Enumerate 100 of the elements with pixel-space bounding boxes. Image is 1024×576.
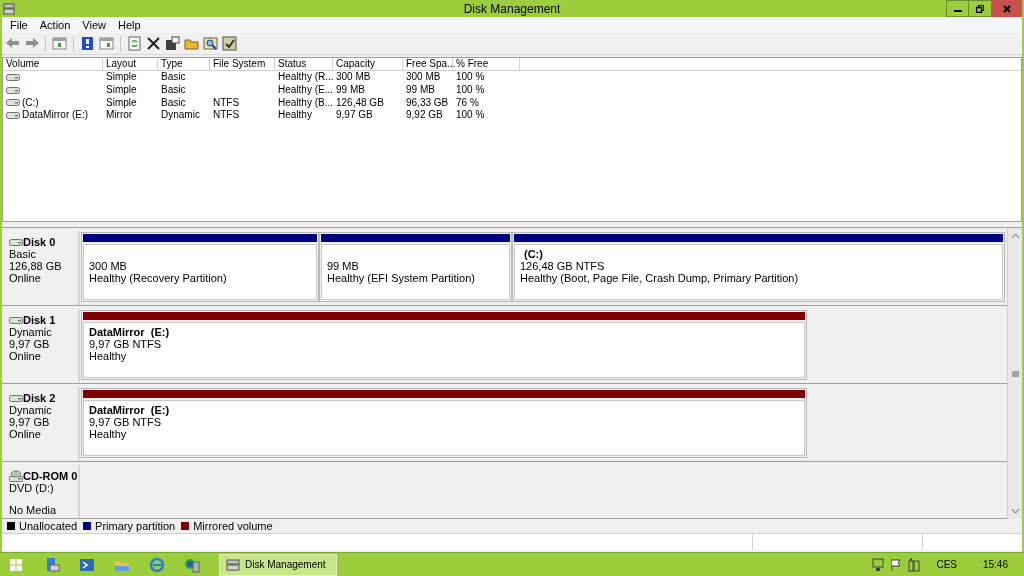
panel-icon[interactable] xyxy=(52,36,67,51)
start-icon[interactable] xyxy=(10,558,22,571)
panel-icon[interactable] xyxy=(99,36,114,51)
flag-icon[interactable] xyxy=(890,557,903,572)
back-icon[interactable] xyxy=(5,36,20,51)
drive-icon xyxy=(6,111,20,121)
disk-type: Dynamic xyxy=(9,326,53,338)
close-button[interactable] xyxy=(992,0,1022,17)
scrollbar[interactable] xyxy=(1007,228,1022,519)
network-icon[interactable] xyxy=(872,557,885,572)
table-cell: 76 % xyxy=(456,96,479,110)
disk-name: CD-ROM 0 xyxy=(23,470,78,482)
table-cell: 99 MB xyxy=(336,83,365,97)
delete-icon[interactable] xyxy=(146,36,161,51)
properties-icon[interactable] xyxy=(165,36,180,51)
checklist-icon[interactable] xyxy=(222,36,237,51)
menu-item[interactable]: File xyxy=(4,16,34,34)
table-cell: 9,92 GB xyxy=(406,109,443,123)
partition-size: 126,48 GB NTFS xyxy=(520,260,606,272)
partition-block[interactable]: 99 MB Healthy (EFI System Partition) xyxy=(319,232,512,302)
disk-status: Online xyxy=(9,272,42,284)
disk-size: 9,97 GB xyxy=(9,416,51,428)
disk-type: Dynamic xyxy=(9,404,53,416)
table-cell: Healthy (B... xyxy=(278,96,334,110)
partition-block[interactable]: (C:) 126,48 GB NTFS Healthy (Boot, Page File, Crash Dump, Primary Partition) xyxy=(512,232,1005,302)
table-cell: Basic xyxy=(161,96,186,110)
grip-icon[interactable] xyxy=(1011,370,1019,377)
drive-icon xyxy=(6,72,20,82)
legend-label: Unallocated xyxy=(19,518,78,534)
partition-block[interactable]: 300 MB Healthy (Recovery Partition) xyxy=(81,232,319,302)
close-icon[interactable] xyxy=(1003,4,1011,13)
server-manager-icon[interactable] xyxy=(44,556,60,573)
table-cell: 9,97 GB xyxy=(336,109,373,123)
partition-status: Healthy (EFI System Partition) xyxy=(327,272,476,284)
partition-status: Healthy (Recovery Partition) xyxy=(89,272,228,284)
table-cell: DataMirror (E:) xyxy=(22,109,89,123)
table-cell: 100 % xyxy=(456,71,485,84)
clock[interactable]: 15:46 xyxy=(982,557,1008,572)
partition-block[interactable]: DataMirror (E:) 9,97 GB NTFS Healthy xyxy=(81,388,807,458)
disk-type: Basic xyxy=(9,248,37,260)
disk-status: Online xyxy=(9,350,42,362)
table-cell: 99 MB xyxy=(406,83,435,97)
help-icon[interactable] xyxy=(80,36,95,51)
table-cell: (C:) xyxy=(22,96,39,110)
table-cell: NTFS xyxy=(213,109,240,123)
drive-icon xyxy=(6,85,20,95)
restore-icon[interactable] xyxy=(976,4,984,13)
table-cell: Basic xyxy=(161,83,186,97)
table-cell: NTFS xyxy=(213,96,240,110)
partition-name: (C:) xyxy=(523,248,544,260)
disk-name: Disk 1 xyxy=(23,314,56,326)
table-cell: Simple xyxy=(106,71,137,84)
menu-item[interactable]: Help xyxy=(111,16,147,34)
partition-size: 9,97 GB NTFS xyxy=(89,416,163,428)
scroll-up-icon[interactable] xyxy=(1010,233,1020,239)
column-header[interactable]: Type xyxy=(158,58,210,71)
search-icon[interactable] xyxy=(203,36,218,51)
menu-item[interactable]: View xyxy=(76,16,112,34)
forward-icon[interactable] xyxy=(24,36,39,51)
disk-status: Online xyxy=(9,428,42,440)
menu-item[interactable]: Action xyxy=(33,16,77,34)
table-cell: Basic xyxy=(161,71,186,84)
partition-status: Healthy xyxy=(89,428,128,440)
column-header[interactable]: % Free xyxy=(453,58,520,71)
partition-size: 99 MB xyxy=(327,260,360,272)
table-cell: 100 % xyxy=(456,83,485,97)
partition-name: DataMirror (E:) xyxy=(89,404,171,416)
column-header[interactable]: Free Spa... xyxy=(403,58,453,71)
disk-size: 9,97 GB xyxy=(9,338,51,350)
table-cell: Simple xyxy=(106,83,137,97)
column-header[interactable]: Capacity xyxy=(333,58,403,71)
table-cell: Healthy (E... xyxy=(278,83,334,97)
disk-name: Disk 2 xyxy=(23,392,56,404)
network-app-icon[interactable] xyxy=(184,556,200,573)
window-title: Disk Management xyxy=(463,1,561,16)
partition-size: 300 MB xyxy=(89,260,128,272)
scroll-down-icon[interactable] xyxy=(1010,508,1020,514)
table-cell: Simple xyxy=(106,96,137,110)
language-indicator[interactable]: CES xyxy=(936,557,957,572)
table-cell: Dynamic xyxy=(161,109,200,123)
partition-size: 9,97 GB NTFS xyxy=(89,338,163,350)
partition-block[interactable]: DataMirror (E:) 9,97 GB NTFS Healthy xyxy=(81,310,807,380)
table-cell: Healthy (R... xyxy=(278,71,334,84)
taskbar-button[interactable]: Disk Management xyxy=(219,553,337,576)
column-header[interactable]: Volume xyxy=(3,58,103,71)
device-icon[interactable] xyxy=(908,557,921,572)
legend-label: Primary partition xyxy=(95,518,176,534)
legend-label: Mirrored volume xyxy=(193,518,273,534)
partition-status: Healthy (Boot, Page File, Crash Dump, Primary Partition) xyxy=(520,272,800,284)
drive-icon xyxy=(6,98,20,108)
table-cell: Healthy xyxy=(278,109,312,123)
disk-management-icon xyxy=(3,2,15,15)
column-header[interactable]: File System xyxy=(210,58,275,71)
column-header[interactable]: Layout xyxy=(103,58,158,71)
table-cell: 300 MB xyxy=(336,71,371,84)
column-header[interactable]: Status xyxy=(275,58,333,71)
powershell-icon[interactable] xyxy=(79,556,95,573)
disk-size: 126,88 GB xyxy=(9,260,63,272)
disk-type: DVD (D:) xyxy=(9,482,55,494)
minimize-button[interactable] xyxy=(946,0,969,17)
